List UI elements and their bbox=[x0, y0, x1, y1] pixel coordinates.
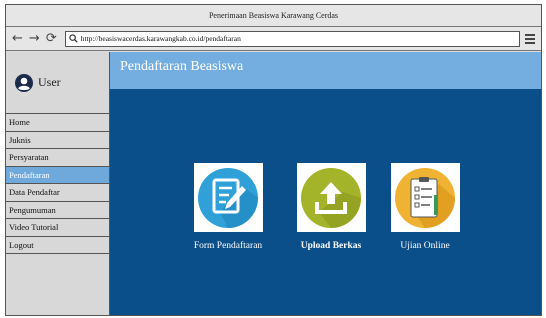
back-arrow-icon[interactable]: ← bbox=[12, 31, 23, 46]
form-pendaftaran-label: Form Pendaftaran bbox=[193, 241, 263, 251]
browser-window: Penerimaan Beasiswa Karawang Cerdas ← → … bbox=[5, 4, 542, 316]
user-label: User bbox=[38, 75, 61, 89]
browser-navbar: ← → ⟳ http://beasiswacerdas.karawangkab.… bbox=[6, 27, 541, 51]
address-bar[interactable]: http://beasiswacerdas.karawangkab.co.id/… bbox=[64, 30, 520, 47]
sidebar-item-persyaratan[interactable]: Persyaratan bbox=[6, 149, 109, 167]
url-text: http://beasiswacerdas.karawangkab.co.id/… bbox=[80, 34, 241, 43]
sidebar-item-home[interactable]: Home bbox=[6, 114, 109, 132]
upload-berkas-tile[interactable]: Upload Berkas bbox=[286, 163, 376, 251]
sidebar-item-juknis[interactable]: Juknis bbox=[6, 131, 109, 149]
clipboard-checklist-icon bbox=[390, 163, 460, 232]
form-edit-icon bbox=[193, 163, 263, 232]
sidebar-item-pengumuman[interactable]: Pengumuman bbox=[6, 201, 109, 219]
ujian-online-tile[interactable]: Ujian Online bbox=[380, 163, 470, 251]
upload-icon bbox=[296, 163, 366, 232]
sidebar: User Home Juknis Persyaratan Pendaftaran… bbox=[6, 52, 110, 315]
sidebar-item-video-tutorial[interactable]: Video Tutorial bbox=[6, 219, 109, 237]
sidebar-item-data-pendaftar[interactable]: Data Pendaftar bbox=[6, 184, 109, 202]
search-icon bbox=[69, 34, 78, 43]
forward-arrow-icon[interactable]: → bbox=[29, 31, 40, 46]
page-title: Pendaftaran Beasiswa bbox=[110, 52, 541, 89]
hamburger-menu-icon[interactable] bbox=[524, 32, 535, 46]
user-profile[interactable]: User bbox=[6, 52, 109, 114]
sidebar-item-logout[interactable]: Logout bbox=[6, 236, 109, 254]
form-pendaftaran-tile[interactable]: Form Pendaftaran bbox=[178, 163, 278, 251]
reload-icon[interactable]: ⟳ bbox=[46, 31, 57, 46]
sidebar-item-pendaftaran[interactable]: Pendaftaran bbox=[6, 166, 109, 184]
main-panel: Pendaftaran Beasiswa Form Pendaftaran Up… bbox=[110, 52, 541, 315]
ujian-online-label: Ujian Online bbox=[400, 241, 450, 251]
window-title: Penerimaan Beasiswa Karawang Cerdas bbox=[6, 5, 541, 27]
action-tiles: Form Pendaftaran Upload Berkas Ujian Onl… bbox=[110, 163, 541, 253]
upload-berkas-label: Upload Berkas bbox=[300, 241, 362, 251]
user-avatar-icon bbox=[15, 73, 33, 92]
